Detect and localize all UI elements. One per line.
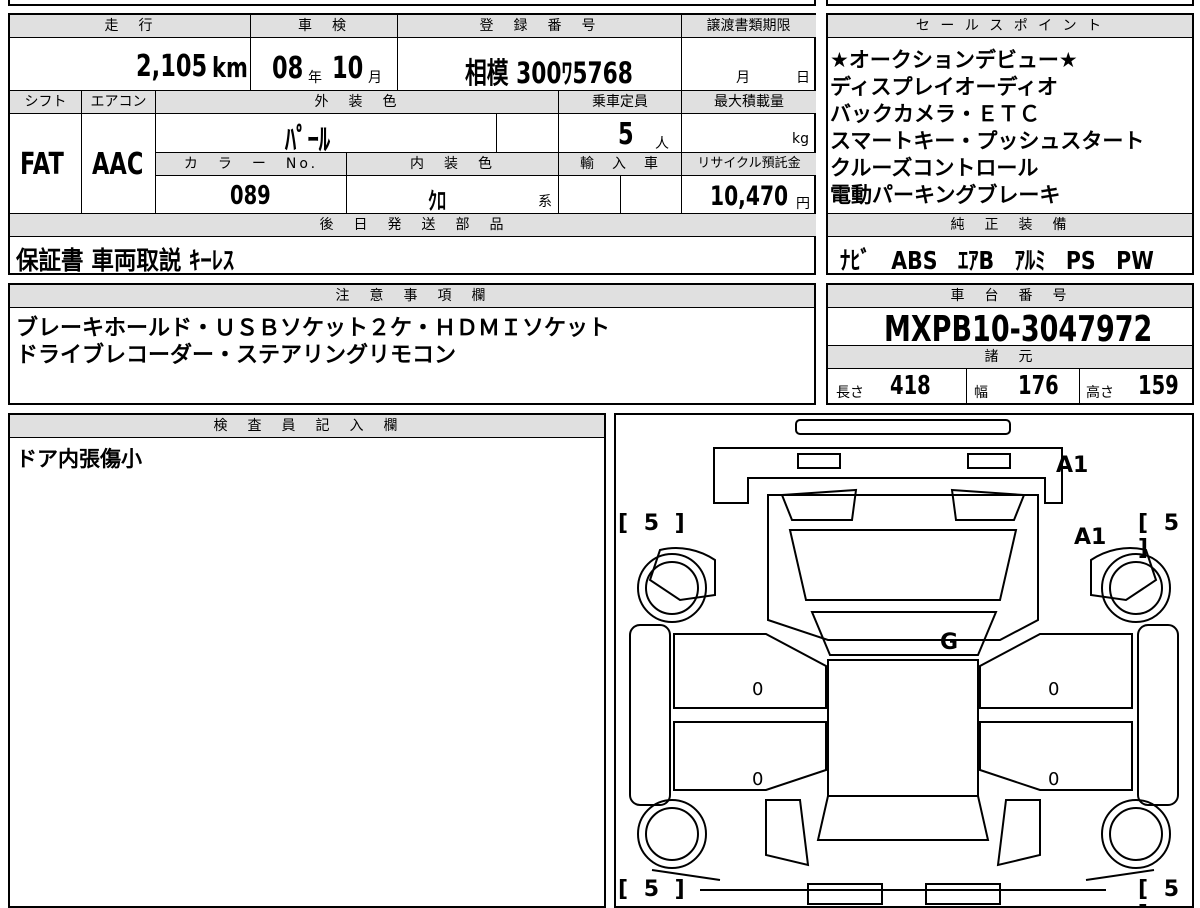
length-label: 長さ	[836, 385, 864, 401]
import-label: 輸 入 車	[559, 153, 681, 175]
mark-door-r1: 0	[1048, 679, 1060, 700]
sales-point: 電動パーキングブレーキ	[830, 183, 1061, 207]
mark-door-r2: 0	[1048, 769, 1060, 790]
capacity-label: 乗車定員	[559, 91, 681, 113]
shift-label: シフト	[10, 91, 81, 113]
sales-point: ディスプレイオーディオ	[830, 75, 1059, 99]
exterior-color-label: 外 装 色	[156, 91, 558, 113]
registration-label: 登 録 番 号	[397, 15, 681, 37]
aircon-label: エアコン	[82, 91, 155, 113]
car-diagram	[629, 419, 1179, 905]
transfer-deadline-label: 譲渡書類期限	[681, 15, 816, 37]
length-value: 418	[890, 371, 931, 401]
recycle-label: リサイクル預託金	[682, 153, 816, 175]
mark-tire-fr: [ 5 ]	[1138, 511, 1184, 561]
sales-points-box: セ ー ル ス ポ イ ン ト ★オークションデビュー★ ディスプレイオーディオ…	[826, 13, 1194, 275]
top-cut-strip	[8, 0, 816, 6]
shift-value: FAT	[20, 147, 64, 182]
mileage-value: 2,105	[136, 49, 208, 84]
mark-door-l2: 0	[752, 769, 764, 790]
inspection-label: 車 検	[250, 15, 397, 37]
mark-windshield-g: G	[940, 630, 959, 655]
interior-color-suffix: 系	[538, 194, 552, 210]
height-value: 159	[1138, 371, 1179, 401]
registration-value: 相模 300ﾜ5768	[465, 56, 633, 90]
transfer-day-unit: 日	[796, 70, 810, 86]
inspection-month-unit: 月	[368, 70, 382, 86]
mileage-label: 走 行	[10, 15, 250, 37]
notes-line: ブレーキホールド・ＵＳＢソケット２ケ・ＨＤＭＩソケット	[16, 316, 611, 341]
sales-point: バックカメラ・ＥＴＣ	[830, 102, 1040, 126]
sales-points-list: ★オークションデビュー★ ディスプレイオーディオ バックカメラ・ＥＴＣ スマート…	[830, 47, 1190, 209]
width-label: 幅	[974, 385, 988, 401]
transfer-month-unit: 月	[736, 70, 750, 86]
mark-tire-rl: [ 5 ]	[618, 877, 689, 902]
mark-front-right-a1: A1	[1074, 525, 1107, 550]
max-load-label: 最大積載量	[682, 91, 816, 113]
chassis-box: 車 台 番 号 MXPB10-3047972 諸 元 長さ 418 幅 176 …	[826, 283, 1194, 405]
inspector-box: 検 査 員 記 入 欄 ドア内張傷小	[8, 413, 606, 908]
car-diagram-box: A1 A1 G [ 5 ] [ 5 ] [ 5 ] [ 5 ] 0 0 0 0	[614, 413, 1194, 908]
sales-point: スマートキー・プッシュスタート	[830, 129, 1145, 153]
color-no-value: 089	[230, 181, 271, 211]
inspector-comment: ドア内張傷小	[16, 447, 142, 471]
mileage-unit: km	[212, 51, 248, 84]
mark-tire-fl: [ 5 ]	[618, 511, 689, 536]
aircon-value: AAC	[92, 147, 144, 182]
width-value: 176	[1018, 371, 1059, 401]
registration-value-cell: 相模 300ﾜ5768	[465, 50, 680, 90]
capacity-unit: 人	[655, 136, 669, 152]
inspection-month: 10	[332, 51, 364, 86]
equipment-value: ﾅﾋﾞ ABS ｴｱB ｱﾙﾐ PS PW	[840, 246, 1154, 275]
top-cut-strip-right	[826, 0, 1194, 6]
height-label: 高さ	[1086, 385, 1114, 401]
equipment-label: 純 正 装 備	[828, 214, 1192, 236]
inspection-year-unit: 年	[308, 70, 322, 86]
notes-label: 注 意 事 項 欄	[10, 285, 814, 307]
interior-color-value: ｸﾛ	[428, 187, 446, 215]
inspector-label: 検 査 員 記 入 欄	[10, 415, 604, 437]
interior-color-label: 内 装 色	[347, 153, 558, 175]
mark-door-l1: 0	[752, 679, 764, 700]
specs-label: 諸 元	[828, 346, 1192, 368]
chassis-label: 車 台 番 号	[828, 285, 1192, 307]
color-no-label: カ ラ ー No.	[156, 153, 346, 175]
notes-box: 注 意 事 項 欄 ブレーキホールド・ＵＳＢソケット２ケ・ＨＤＭＩソケット ドラ…	[8, 283, 816, 405]
sales-point: ★オークションデビュー★	[830, 48, 1078, 72]
mileage-value-cell: 2,105 km	[130, 49, 250, 85]
sales-label: セ ー ル ス ポ イ ン ト	[828, 15, 1192, 37]
mark-rear-a1: A1	[1056, 453, 1089, 478]
mark-tire-rr: [ 5 ]	[1138, 877, 1184, 906]
recycle-value: 10,470	[710, 181, 789, 212]
capacity-value: 5	[618, 117, 634, 152]
inspection-year: 08	[272, 51, 304, 86]
vehicle-info-grid: 走 行 車 検 登 録 番 号 譲渡書類期限 2,105 km 08 年 10 …	[8, 13, 816, 275]
parts-label: 後 日 発 送 部 品	[10, 214, 816, 236]
notes-line: ドライブレコーダー・ステアリングリモコン	[16, 343, 457, 368]
inspection-value-cell: 08 年 10 月	[272, 51, 392, 87]
sales-point: クルーズコントロール	[830, 156, 1039, 180]
chassis-value: MXPB10-3047972	[884, 309, 1153, 350]
max-load-unit: kg	[792, 131, 809, 147]
parts-value: 保証書 車両取説 ｷｰﾚｽ	[16, 246, 235, 275]
recycle-unit: 円	[796, 196, 810, 212]
